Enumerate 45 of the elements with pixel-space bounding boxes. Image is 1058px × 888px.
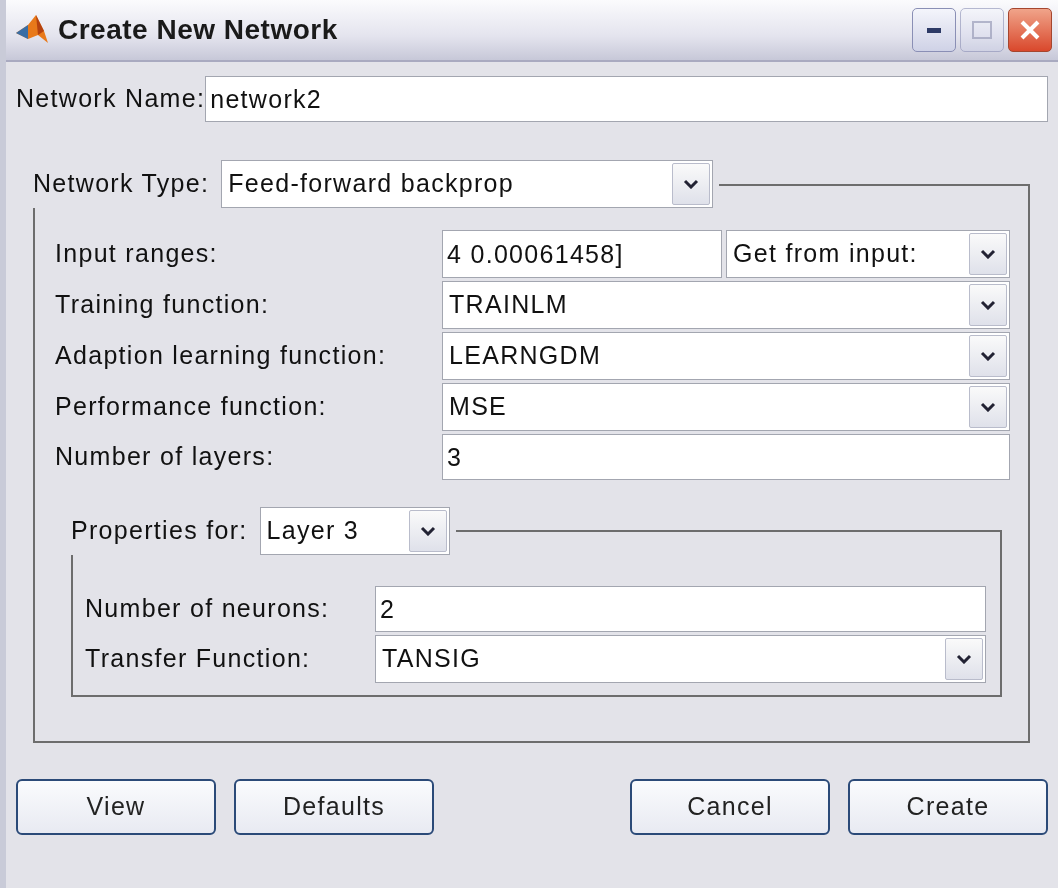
dropdown[interactable]: TRAINLM (442, 281, 1010, 329)
dropdown[interactable]: Feed-forward backprop (221, 160, 714, 208)
dropdown[interactable]: LEARNGDM (442, 332, 1010, 380)
dropdown-button[interactable] (969, 284, 1007, 326)
group-label: Network Type: (33, 168, 210, 200)
dropdown-button[interactable] (969, 335, 1007, 377)
field-label: Number of neurons: (85, 593, 331, 625)
field-label: Adaption learning function: (55, 340, 388, 372)
chevron-down-icon (683, 179, 700, 189)
dropdown[interactable]: Get from input: (726, 230, 1010, 278)
chevron-down-icon (980, 249, 996, 259)
text-field[interactable]: 3 (442, 434, 1010, 480)
field-label: Transfer Function: (85, 643, 312, 675)
text-field[interactable]: network2 (205, 76, 1048, 122)
dialog-button[interactable]: Defaults (234, 779, 434, 835)
text-field[interactable]: 4 0.00061458] (442, 230, 722, 278)
dropdown[interactable]: MSE (442, 383, 1010, 431)
field-label: Input ranges: (55, 238, 219, 270)
close-icon (1019, 19, 1041, 41)
dialog-button[interactable]: Cancel (630, 779, 830, 835)
field-label: Number of layers: (55, 441, 276, 473)
dropdown-button[interactable] (969, 233, 1007, 275)
chevron-down-icon (980, 300, 996, 310)
dropdown-button[interactable] (408, 510, 447, 552)
chevron-down-icon (980, 351, 996, 361)
chevron-down-icon (956, 654, 972, 664)
text-field[interactable]: 2 (375, 586, 986, 632)
dropdown[interactable]: TANSIG (375, 635, 986, 683)
group-label: Properties for: (71, 515, 248, 547)
minimize-icon (927, 27, 941, 33)
dropdown-button[interactable] (969, 386, 1007, 428)
chevron-down-icon (419, 526, 436, 536)
maximize-icon (972, 21, 992, 39)
dropdown[interactable]: Layer 3 (259, 507, 450, 555)
dialog-button[interactable]: Create (848, 779, 1048, 835)
field-label: Network Name: (16, 83, 206, 115)
field-label: Performance function: (55, 391, 328, 423)
window-title: Create New Network (58, 13, 338, 47)
dropdown-button[interactable] (945, 638, 983, 680)
dialog-button[interactable]: View (16, 779, 216, 835)
dropdown-button[interactable] (672, 163, 711, 205)
minimize-button[interactable] (912, 8, 956, 52)
chevron-down-icon (980, 402, 996, 412)
field-label: Training function: (55, 289, 271, 321)
close-button[interactable] (1008, 8, 1052, 52)
